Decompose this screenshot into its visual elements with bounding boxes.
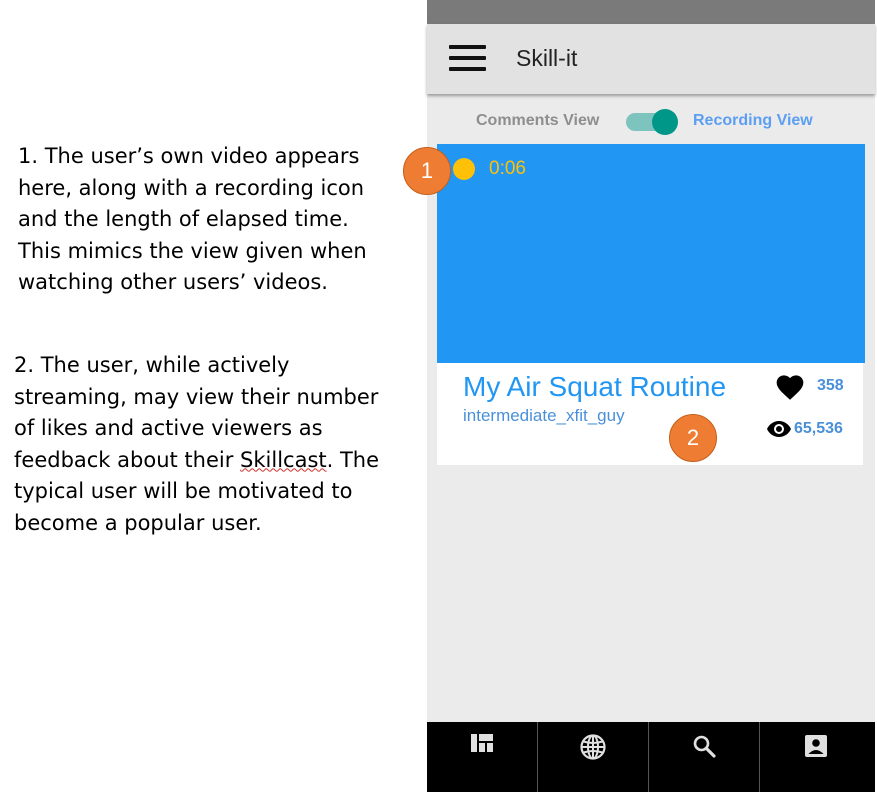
video-info-card: My Air Squat Routine intermediate_xfit_g… — [437, 363, 863, 465]
callout-marker-2: 2 — [669, 414, 717, 462]
view-toggle-switch[interactable] — [626, 109, 678, 135]
annotation-note-2: 2. The user, while actively streaming, m… — [14, 350, 419, 539]
annotation-note-2-skillcast: Skillcast — [240, 447, 327, 472]
likes-count: 358 — [817, 377, 844, 394]
globe-icon — [580, 734, 606, 760]
nav-dashboard-button[interactable] — [427, 722, 538, 792]
eye-icon — [767, 421, 791, 437]
phone-screen: Skill-it Comments View Recording View 0:… — [427, 0, 875, 792]
recording-view-label[interactable]: Recording View — [693, 112, 813, 130]
elapsed-time: 0:06 — [489, 158, 526, 179]
nav-search-button[interactable] — [649, 722, 760, 792]
view-toggle-row: Comments View Recording View — [427, 108, 875, 136]
search-icon — [693, 735, 716, 758]
nav-profile-button[interactable] — [760, 722, 871, 792]
nav-globe-button[interactable] — [538, 722, 649, 792]
toggle-knob — [652, 109, 678, 135]
status-bar — [427, 0, 875, 24]
video-player[interactable]: 0:06 — [437, 144, 865, 363]
dashboard-icon — [471, 734, 493, 752]
video-title[interactable]: My Air Squat Routine — [463, 371, 726, 403]
hamburger-menu-icon[interactable] — [449, 45, 486, 71]
heart-icon[interactable] — [774, 371, 806, 401]
recording-dot-icon — [453, 158, 475, 180]
profile-icon — [804, 735, 827, 757]
views-count: 65,536 — [794, 420, 843, 437]
app-title: Skill-it — [516, 45, 578, 71]
bottom-nav-bar — [427, 722, 875, 792]
annotation-note-1: 1. The user’s own video appears here, al… — [18, 144, 367, 294]
video-username[interactable]: intermediate_xfit_guy — [463, 406, 625, 426]
comments-view-label[interactable]: Comments View — [476, 112, 599, 130]
callout-marker-1: 1 — [403, 147, 451, 195]
app-bar: Skill-it — [427, 24, 875, 94]
